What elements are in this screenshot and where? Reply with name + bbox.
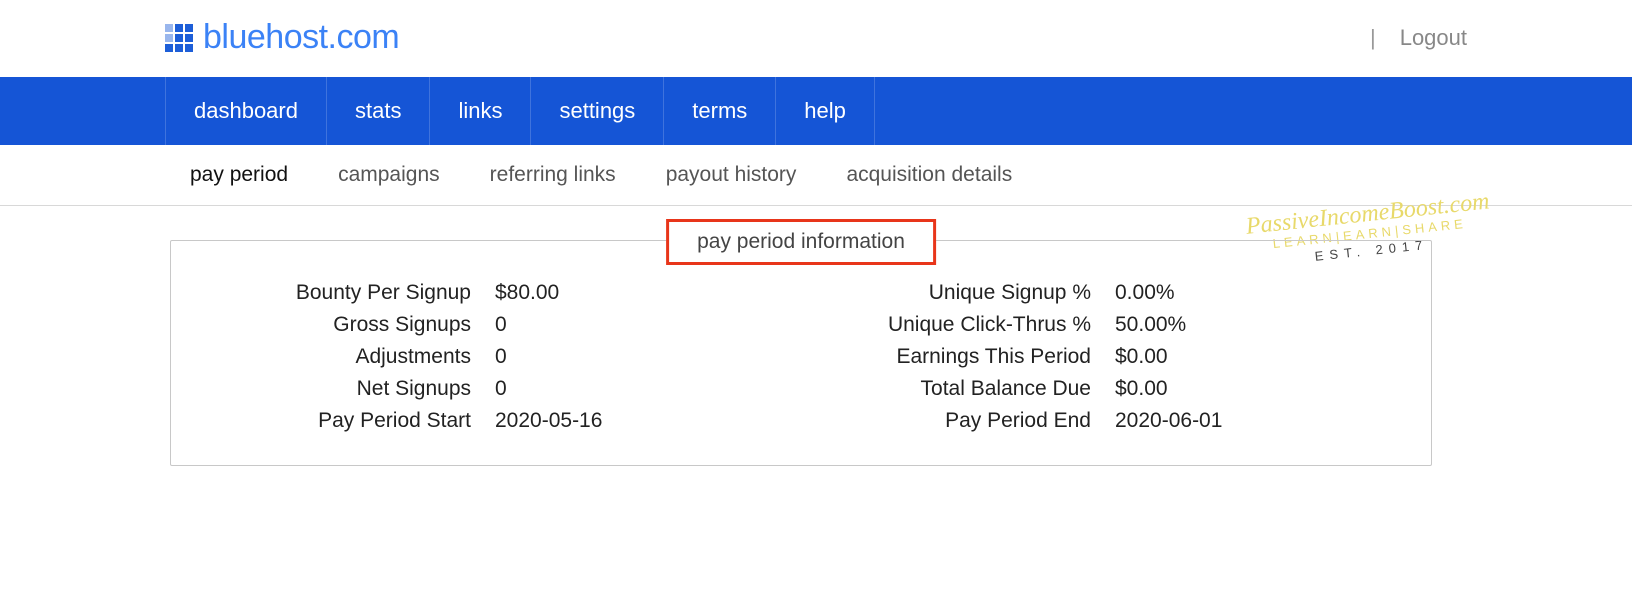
nav-settings[interactable]: settings [531, 77, 664, 145]
brand-text: bluehost.com [203, 18, 399, 57]
panel-columns: Bounty Per Signup $80.00 Gross Signups 0… [211, 281, 1391, 433]
left-column: Bounty Per Signup $80.00 Gross Signups 0… [211, 281, 771, 433]
content-area: PassiveIncomeBoost.com LEARN|EARN|SHARE … [0, 206, 1632, 526]
value: 2020-05-16 [495, 409, 602, 433]
value: $0.00 [1115, 345, 1168, 369]
label: Bounty Per Signup [211, 281, 471, 305]
right-column: Unique Signup % 0.00% Unique Click-Thrus… [831, 281, 1391, 433]
divider: | [1370, 25, 1376, 51]
top-bar: bluehost.com | Logout [0, 0, 1632, 77]
row-total-balance-due: Total Balance Due $0.00 [831, 377, 1391, 401]
nav-terms[interactable]: terms [664, 77, 776, 145]
label: Adjustments [211, 345, 471, 369]
tab-payout-history[interactable]: payout history [666, 163, 797, 187]
sub-nav-wrap: pay period campaigns referring links pay… [0, 145, 1632, 206]
label: Net Signups [211, 377, 471, 401]
label: Earnings This Period [831, 345, 1091, 369]
main-nav: dashboard stats links settings terms hel… [0, 77, 1632, 145]
label: Unique Signup % [831, 281, 1091, 305]
row-bounty-per-signup: Bounty Per Signup $80.00 [211, 281, 771, 305]
sub-nav: pay period campaigns referring links pay… [0, 145, 1632, 205]
row-gross-signups: Gross Signups 0 [211, 313, 771, 337]
row-adjustments: Adjustments 0 [211, 345, 771, 369]
label: Total Balance Due [831, 377, 1091, 401]
value: 50.00% [1115, 313, 1186, 337]
bluehost-grid-icon [165, 24, 193, 52]
value: 0 [495, 345, 507, 369]
nav-help[interactable]: help [776, 77, 875, 145]
label: Pay Period Start [211, 409, 471, 433]
value: $80.00 [495, 281, 559, 305]
label: Unique Click-Thrus % [831, 313, 1091, 337]
row-pay-period-end: Pay Period End 2020-06-01 [831, 409, 1391, 433]
label: Pay Period End [831, 409, 1091, 433]
brand-logo[interactable]: bluehost.com [165, 18, 399, 57]
label: Gross Signups [211, 313, 471, 337]
nav-dashboard[interactable]: dashboard [165, 77, 327, 145]
row-net-signups: Net Signups 0 [211, 377, 771, 401]
nav-stats[interactable]: stats [327, 77, 430, 145]
row-unique-click-thrus-pct: Unique Click-Thrus % 50.00% [831, 313, 1391, 337]
value: 2020-06-01 [1115, 409, 1222, 433]
row-earnings-this-period: Earnings This Period $0.00 [831, 345, 1391, 369]
value: 0 [495, 313, 507, 337]
tab-acquisition-details[interactable]: acquisition details [846, 163, 1012, 187]
row-pay-period-start: Pay Period Start 2020-05-16 [211, 409, 771, 433]
tab-pay-period[interactable]: pay period [190, 163, 288, 187]
top-right-links: | Logout [1370, 25, 1467, 51]
pay-period-panel: pay period information Bounty Per Signup… [170, 240, 1432, 466]
tab-referring-links[interactable]: referring links [490, 163, 616, 187]
panel-title-highlight: pay period information [666, 219, 936, 265]
value: $0.00 [1115, 377, 1168, 401]
value: 0.00% [1115, 281, 1175, 305]
logout-link[interactable]: Logout [1400, 25, 1467, 51]
row-unique-signup-pct: Unique Signup % 0.00% [831, 281, 1391, 305]
nav-links[interactable]: links [430, 77, 531, 145]
value: 0 [495, 377, 507, 401]
tab-campaigns[interactable]: campaigns [338, 163, 440, 187]
